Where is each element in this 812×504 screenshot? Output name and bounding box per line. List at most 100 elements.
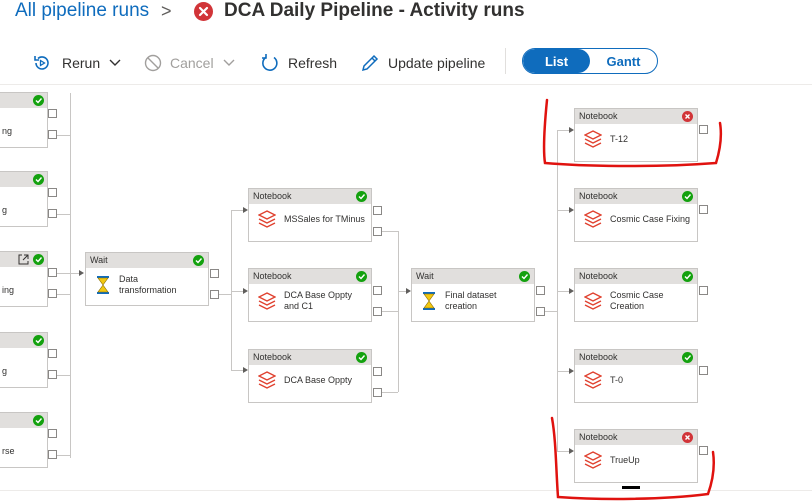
activity-node-dca-base-oppty-and-c1[interactable]: Notebook DCA Base Oppty and C1 bbox=[248, 268, 372, 322]
tab-list[interactable]: List bbox=[523, 49, 590, 73]
connector bbox=[231, 210, 243, 211]
breadcrumb-separator: > bbox=[161, 1, 172, 21]
success-output-port[interactable] bbox=[699, 286, 708, 295]
activity-name: DCA Base Oppty and C1 bbox=[284, 290, 353, 311]
chevron-down-icon bbox=[223, 59, 235, 66]
connector bbox=[557, 451, 569, 452]
success-status-icon bbox=[682, 191, 693, 202]
success-output-port[interactable] bbox=[699, 125, 708, 134]
success-output-port[interactable] bbox=[536, 286, 545, 295]
activity-type: Wait bbox=[90, 255, 108, 265]
success-output-port[interactable] bbox=[373, 286, 382, 295]
activity-node-partial[interactable]: ng bbox=[0, 92, 48, 148]
divider bbox=[0, 490, 812, 491]
open-external-icon[interactable] bbox=[18, 254, 29, 265]
completion-output-port[interactable] bbox=[48, 289, 57, 298]
success-status-icon bbox=[193, 255, 204, 266]
chevron-down-icon bbox=[109, 59, 121, 66]
success-output-port[interactable] bbox=[48, 429, 57, 438]
activity-node-partial[interactable]: ing bbox=[0, 251, 48, 307]
connector bbox=[57, 294, 70, 295]
tab-gantt[interactable]: Gantt bbox=[590, 49, 657, 73]
view-toggle[interactable]: List Gantt bbox=[522, 48, 658, 74]
completion-output-port[interactable] bbox=[48, 450, 57, 459]
completion-output-port[interactable] bbox=[373, 388, 382, 397]
rerun-icon bbox=[34, 56, 49, 70]
databricks-notebook-icon bbox=[258, 210, 276, 228]
activity-type: Notebook bbox=[579, 271, 618, 281]
connector bbox=[231, 291, 243, 292]
success-status-icon bbox=[33, 415, 44, 426]
success-status-icon bbox=[33, 335, 44, 346]
failed-status-icon bbox=[194, 2, 213, 21]
success-output-port[interactable] bbox=[373, 367, 382, 376]
refresh-icon bbox=[262, 54, 278, 71]
activity-name: Data transformation bbox=[119, 274, 177, 295]
connector bbox=[557, 291, 569, 292]
activity-name: Final dataset creation bbox=[445, 290, 497, 311]
connector bbox=[557, 210, 569, 211]
success-status-icon bbox=[356, 191, 367, 202]
refresh-label: Refresh bbox=[288, 55, 338, 71]
activity-type: Notebook bbox=[579, 432, 618, 442]
hourglass-icon bbox=[97, 276, 109, 294]
success-output-port[interactable] bbox=[48, 188, 57, 197]
activity-type: Notebook bbox=[253, 271, 292, 281]
success-status-icon bbox=[33, 174, 44, 185]
activity-node-wait-data-transformation[interactable]: Wait Data transformation bbox=[85, 252, 209, 306]
connector bbox=[57, 273, 79, 274]
completion-output-port[interactable] bbox=[536, 307, 545, 316]
cancel-label: Cancel bbox=[170, 55, 214, 71]
completion-output-port[interactable] bbox=[210, 290, 219, 299]
activity-name: ing bbox=[2, 285, 15, 295]
activity-node-mssales-for-tminus[interactable]: Notebook MSSales for TMinus bbox=[248, 188, 372, 242]
activity-node-partial[interactable]: rse bbox=[0, 412, 48, 468]
success-output-port[interactable] bbox=[48, 109, 57, 118]
rerun-button[interactable]: Rerun bbox=[32, 52, 122, 74]
activity-type: Notebook bbox=[579, 352, 618, 362]
connector bbox=[557, 371, 569, 372]
completion-output-port[interactable] bbox=[373, 307, 382, 316]
breadcrumb-all-pipeline-runs[interactable]: All pipeline runs bbox=[15, 0, 149, 22]
success-output-port[interactable] bbox=[48, 349, 57, 358]
activity-name: rse bbox=[2, 446, 15, 456]
refresh-button[interactable]: Refresh bbox=[260, 52, 337, 74]
activity-node-t-0[interactable]: Notebook T-0 bbox=[574, 349, 698, 403]
success-status-icon bbox=[356, 352, 367, 363]
update-pipeline-button[interactable]: Update pipeline bbox=[360, 52, 485, 74]
activity-node-dca-base-oppty[interactable]: Notebook DCA Base Oppty bbox=[248, 349, 372, 403]
activity-node-partial[interactable]: g bbox=[0, 332, 48, 388]
activity-node-cosmic-case-fixing[interactable]: Notebook Cosmic Case Fixing bbox=[574, 188, 698, 242]
success-output-port[interactable] bbox=[48, 268, 57, 277]
completion-output-port[interactable] bbox=[373, 227, 382, 236]
completion-output-port[interactable] bbox=[48, 370, 57, 379]
success-output-port[interactable] bbox=[699, 205, 708, 214]
activity-name: g bbox=[2, 366, 8, 376]
pipeline-canvas[interactable]: ng g ing g rse Wait Data transformation … bbox=[0, 85, 812, 490]
activity-type: Notebook bbox=[579, 191, 618, 201]
pencil-icon bbox=[361, 54, 379, 72]
success-output-port[interactable] bbox=[699, 366, 708, 375]
success-status-icon bbox=[519, 271, 530, 282]
activity-node-wait-final-dataset-creation[interactable]: Wait Final dataset creation bbox=[411, 268, 535, 322]
activity-node-cosmic-case-creation[interactable]: Notebook Cosmic Case Creation bbox=[574, 268, 698, 322]
update-pipeline-label: Update pipeline bbox=[388, 55, 486, 71]
activity-name: Cosmic Case Creation bbox=[610, 290, 664, 311]
cancel-button[interactable]: Cancel bbox=[144, 52, 236, 74]
activity-name: T-0 bbox=[610, 374, 624, 385]
success-output-port[interactable] bbox=[210, 269, 219, 278]
activity-node-t-12[interactable]: Notebook T-12 bbox=[574, 108, 698, 162]
success-output-port[interactable] bbox=[373, 206, 382, 215]
activity-type: Wait bbox=[416, 271, 434, 281]
success-status-icon bbox=[356, 271, 367, 282]
completion-output-port[interactable] bbox=[48, 209, 57, 218]
activity-node-partial[interactable]: g bbox=[0, 171, 48, 227]
connector bbox=[382, 311, 398, 312]
activity-name: MSSales for TMinus bbox=[284, 213, 365, 224]
toolbar-divider bbox=[505, 48, 506, 74]
success-output-port[interactable] bbox=[699, 446, 708, 455]
activity-name: T-12 bbox=[610, 133, 629, 144]
completion-output-port[interactable] bbox=[48, 130, 57, 139]
activity-node-trueup[interactable]: Notebook TrueUp bbox=[574, 429, 698, 483]
databricks-notebook-icon bbox=[584, 451, 602, 469]
